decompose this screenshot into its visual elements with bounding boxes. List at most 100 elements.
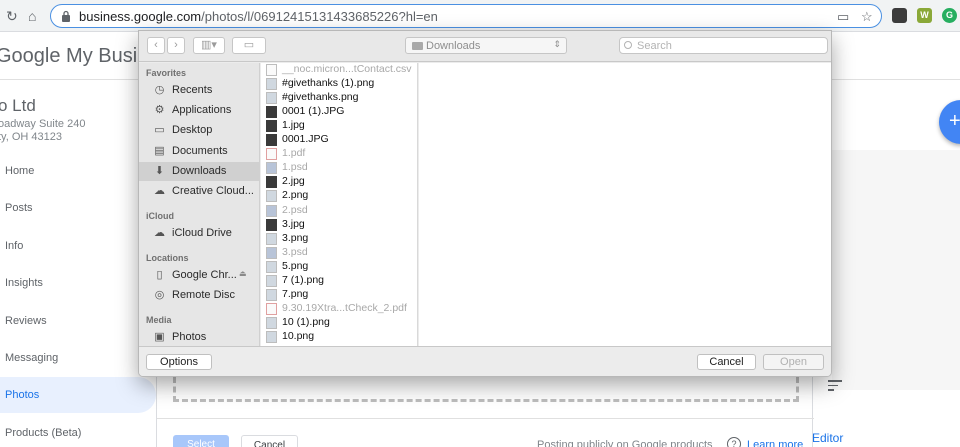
- address-line-1: oadway Suite 240: [0, 118, 86, 130]
- sidebar-item-remote-disc[interactable]: ◎ Remote Disc: [139, 286, 259, 305]
- file-row[interactable]: 3.jpg: [261, 218, 417, 232]
- file-row[interactable]: 1.jpg: [261, 119, 417, 133]
- home-icon[interactable]: ⌂: [28, 8, 36, 24]
- file-jpg-icon: [266, 134, 277, 147]
- download-icon: ⬇: [154, 164, 165, 177]
- help-icon[interactable]: ?: [727, 437, 741, 447]
- posting-notice: Posting publicly on Google products: [537, 439, 713, 447]
- clock-icon: ◷: [154, 84, 165, 96]
- file-jpg-icon: [266, 120, 277, 133]
- file-png-icon: [266, 92, 277, 105]
- sidebar-item-applications[interactable]: ⚙ Applications: [139, 101, 259, 120]
- file-png-icon: [266, 330, 277, 343]
- file-png-icon: [266, 260, 277, 273]
- eject-icon[interactable]: ⏏: [239, 269, 247, 278]
- extension-icon[interactable]: W: [917, 8, 932, 23]
- file-csv-icon: [266, 64, 277, 76]
- sidebar-heading-locations: Locations: [146, 253, 189, 263]
- sidebar-item-label: Recents: [172, 84, 213, 96]
- folder-icon: [412, 42, 423, 50]
- file-png-icon: [266, 316, 277, 329]
- file-row[interactable]: 5.png: [261, 260, 417, 274]
- file-name: #givethanks (1).png: [282, 77, 375, 90]
- file-row[interactable]: 0001 (1).JPG: [261, 105, 417, 119]
- desktop-icon: ▭: [154, 124, 165, 137]
- file-pdf-icon: [266, 302, 277, 315]
- filter-icon[interactable]: [828, 380, 842, 394]
- back-button[interactable]: ‹: [147, 37, 165, 54]
- file-row[interactable]: 10 (1).png: [261, 315, 417, 330]
- file-row[interactable]: 3.png: [261, 231, 417, 246]
- select-button[interactable]: Select: [173, 435, 229, 447]
- location-dropdown[interactable]: Downloads ⇕: [405, 37, 567, 54]
- dialog-search-field[interactable]: Search: [619, 37, 828, 54]
- add-photo-fab[interactable]: +: [939, 100, 960, 144]
- nav-item-home[interactable]: Home: [5, 165, 34, 177]
- file-jpg-icon: [266, 176, 277, 189]
- nav-item-info[interactable]: Info: [5, 240, 23, 252]
- file-name: 2.png: [282, 189, 309, 202]
- nav-item-posts[interactable]: Posts: [5, 202, 33, 214]
- file-png-icon: [266, 232, 277, 245]
- file-row[interactable]: 2.jpg: [261, 175, 417, 189]
- extension-icon[interactable]: [892, 8, 907, 23]
- editor-link[interactable]: Editor: [812, 431, 843, 445]
- file-name: 3.png: [282, 231, 309, 244]
- address-bar[interactable]: business.google.com/photos/l/06912415131…: [50, 4, 882, 28]
- file-row: 2.psd: [261, 203, 417, 218]
- dialog-bottom-bar: Options Cancel Open: [139, 346, 831, 376]
- file-row[interactable]: 0001.JPG: [261, 133, 417, 147]
- file-row[interactable]: 7.png: [261, 287, 417, 302]
- nav-item-reviews[interactable]: Reviews: [5, 315, 47, 327]
- dialog-cancel-button[interactable]: Cancel: [697, 354, 756, 370]
- file-row: 1.pdf: [261, 147, 417, 161]
- file-row[interactable]: 2.png: [261, 189, 417, 203]
- sidebar-item-downloads[interactable]: ⬇ Downloads: [139, 161, 259, 181]
- sidebar-item-creative-cloud[interactable]: ☁ Creative Cloud...: [139, 182, 259, 201]
- business-name: o Ltd: [0, 96, 36, 115]
- nav-item-photos[interactable]: Photos: [5, 389, 39, 401]
- file-jpg-icon: [266, 106, 277, 119]
- file-name: 10.png: [282, 329, 315, 342]
- cast-icon[interactable]: ▭: [837, 9, 849, 25]
- file-row[interactable]: #givethanks.png: [261, 91, 417, 105]
- file-row: 1.psd: [261, 161, 417, 175]
- sidebar-item-icloud-drive[interactable]: ☁ iCloud Drive: [139, 224, 259, 243]
- file-row[interactable]: #givethanks (1).png: [261, 77, 417, 91]
- options-button[interactable]: Options: [146, 354, 212, 370]
- divider: [157, 418, 814, 419]
- extension-icon[interactable]: G: [942, 8, 957, 23]
- star-icon[interactable]: ☆: [861, 9, 873, 25]
- file-name: 7.png: [282, 287, 309, 300]
- file-name: 10 (1).png: [282, 315, 330, 328]
- sidebar-item-documents[interactable]: ▤ Documents: [139, 142, 259, 161]
- nav-item-messaging[interactable]: Messaging: [5, 352, 58, 364]
- file-name: 1.psd: [282, 161, 308, 174]
- nav-item-products-beta[interactable]: Products (Beta): [5, 427, 81, 439]
- file-name: 3.psd: [282, 245, 308, 258]
- file-row: __noc.micron...tContact.csv: [261, 63, 417, 77]
- sidebar-heading-media: Media: [146, 315, 172, 325]
- forward-button[interactable]: ›: [167, 37, 185, 54]
- open-button[interactable]: Open: [763, 354, 824, 370]
- file-name: 2.jpg: [282, 175, 305, 188]
- sidebar-item-label: iCloud Drive: [172, 227, 232, 239]
- reload-icon[interactable]: ↻: [6, 8, 18, 25]
- sidebar-item-recents[interactable]: ◷ Recents: [139, 81, 259, 100]
- file-row[interactable]: 10.png: [261, 329, 417, 344]
- nav-item-insights[interactable]: Insights: [5, 277, 43, 289]
- file-list: __noc.micron...tContact.csv #givethanks (…: [261, 63, 418, 346]
- sidebar-item-label: Photos: [172, 331, 207, 343]
- browser-toolbar: ↻ ⌂ business.google.com/photos/l/0691241…: [0, 0, 960, 32]
- lock-icon: [62, 10, 70, 22]
- cancel-upload-button[interactable]: Cancel: [241, 435, 298, 447]
- file-name: 2.psd: [282, 203, 308, 216]
- learn-more-link[interactable]: Learn more: [747, 439, 803, 447]
- view-mode-button[interactable]: ▥▾: [193, 37, 225, 54]
- sidebar-item-desktop[interactable]: ▭ Desktop: [139, 121, 259, 140]
- file-name: 1.pdf: [282, 147, 306, 160]
- file-row[interactable]: 7 (1).png: [261, 274, 417, 288]
- sidebar-item-photos[interactable]: ▣ Photos: [139, 328, 259, 346]
- new-folder-button[interactable]: ▭: [232, 37, 266, 54]
- sidebar-item-google-chr[interactable]: ▯ Google Chr... ⏏: [139, 266, 259, 285]
